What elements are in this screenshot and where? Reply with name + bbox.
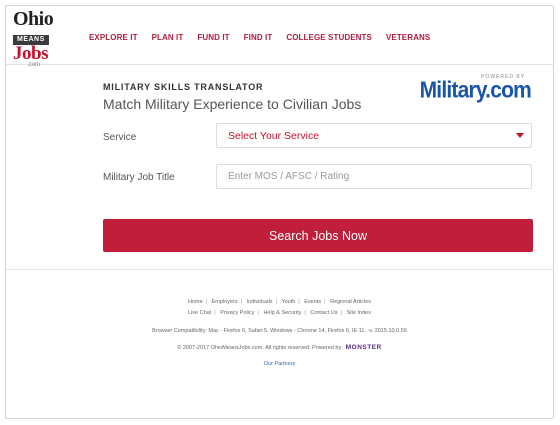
main-nav: EXPLORE IT PLAN IT FUND IT FIND IT COLLE… bbox=[82, 33, 437, 42]
ohiomeansjobs-logo[interactable]: Ohio MEANS Jobs .com bbox=[13, 8, 71, 68]
job-title-input[interactable] bbox=[216, 164, 532, 189]
nav-plan-it[interactable]: PLAN IT bbox=[145, 33, 191, 42]
section-eyebrow: MILITARY SKILLS TRANSLATOR bbox=[103, 82, 264, 92]
translator-section: MILITARY SKILLS TRANSLATOR Match Militar… bbox=[6, 64, 553, 274]
site-header: Ohio MEANS Jobs .com EXPLORE IT PLAN IT … bbox=[6, 6, 553, 68]
service-label: Service bbox=[103, 132, 137, 143]
chevron-down-icon bbox=[516, 133, 524, 138]
copyright-text: © 2007-2017 OhioMeansJobs.com. All right… bbox=[177, 345, 342, 351]
logo-ohio-text: Ohio bbox=[13, 8, 54, 30]
our-partners-link[interactable]: Our Partners bbox=[6, 361, 553, 367]
footer-link-site-index[interactable]: Site Index bbox=[347, 310, 371, 316]
section-headline: Match Military Experience to Civilian Jo… bbox=[103, 96, 362, 112]
footer-links-row-1: Home | Employers | Individuals | Youth | Eve… bbox=[187, 299, 372, 305]
footer-link-employers[interactable]: Employers bbox=[212, 299, 238, 305]
browser-frame: Ohio MEANS Jobs .com EXPLORE IT PLAN IT … bbox=[5, 5, 554, 419]
footer-link-home[interactable]: Home bbox=[188, 299, 203, 305]
nav-explore-it[interactable]: EXPLORE IT bbox=[82, 33, 145, 42]
service-select[interactable]: Select Your Service bbox=[216, 123, 532, 148]
service-select-value: Select Your Service bbox=[228, 130, 320, 142]
site-footer: Home | Employers | Individuals | Youth | Eve… bbox=[6, 269, 553, 418]
military-com-logo: Military.com bbox=[419, 77, 532, 104]
footer-link-regional-articles[interactable]: Regional Articles bbox=[330, 299, 371, 305]
logo-jobs-text: Jobs bbox=[13, 43, 48, 64]
nav-college-students[interactable]: COLLEGE STUDENTS bbox=[279, 33, 379, 42]
footer-link-help-security[interactable]: Help & Security bbox=[263, 310, 301, 316]
footer-link-live-chat[interactable]: Live Chat bbox=[188, 310, 211, 316]
nav-fund-it[interactable]: FUND IT bbox=[190, 33, 236, 42]
nav-veterans[interactable]: VETERANS bbox=[379, 33, 437, 42]
footer-link-individuals[interactable]: Individuals bbox=[247, 299, 273, 305]
job-title-label: Military Job Title bbox=[103, 172, 175, 183]
copyright-line: © 2007-2017 OhioMeansJobs.com. All right… bbox=[6, 344, 553, 351]
nav-find-it[interactable]: FIND IT bbox=[237, 33, 280, 42]
footer-link-youth[interactable]: Youth bbox=[281, 299, 295, 305]
footer-links-row-2: Live Chat | Privacy Policy | Help & Securi… bbox=[188, 310, 371, 316]
browser-compatibility-text: Browser Compatibility: Mac - Firefox 6, … bbox=[152, 328, 407, 334]
footer-link-events[interactable]: Events bbox=[304, 299, 321, 305]
footer-link-contact-us[interactable]: Contact Us bbox=[310, 310, 337, 316]
search-jobs-button[interactable]: Search Jobs Now bbox=[103, 219, 533, 252]
powered-by-military-logo[interactable]: POWERED BY Military.com bbox=[419, 74, 532, 104]
monster-logo[interactable]: MONSTER bbox=[346, 344, 382, 351]
footer-link-privacy-policy[interactable]: Privacy Policy bbox=[220, 310, 254, 316]
